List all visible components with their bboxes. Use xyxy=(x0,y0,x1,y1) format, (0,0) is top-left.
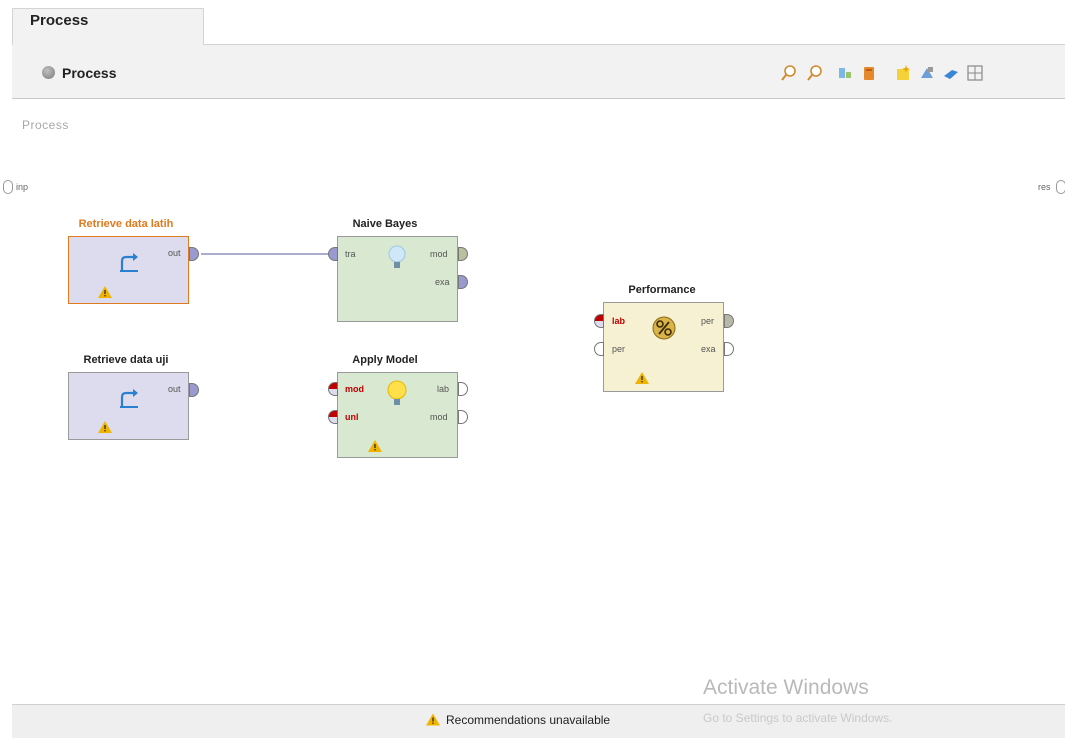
input-port-tra[interactable] xyxy=(328,247,338,261)
port-label-exa: exa xyxy=(435,277,450,287)
operator-title-apply-model: Apply Model xyxy=(352,354,418,366)
port-label-exa: exa xyxy=(701,344,716,354)
lightbulb-icon xyxy=(387,380,407,405)
auto-wire-icon[interactable] xyxy=(836,64,854,82)
output-port-per[interactable] xyxy=(724,314,734,328)
port-label-mod: mod xyxy=(430,412,448,422)
status-text: Recommendations unavailable xyxy=(446,713,611,727)
output-port-out[interactable] xyxy=(189,383,199,397)
breadcrumb-process[interactable]: Process xyxy=(62,65,116,81)
port-label-out: out xyxy=(168,248,181,258)
canvas-title: Process xyxy=(22,118,69,132)
show-order-icon[interactable] xyxy=(942,64,960,82)
lightbulb-icon xyxy=(388,245,406,268)
port-label-per: per xyxy=(701,316,715,326)
activation-watermark-subtitle: Go to Settings to activate Windows. xyxy=(703,711,893,725)
port-label-out: out xyxy=(168,384,181,394)
warning-icon xyxy=(635,372,649,384)
percent-gear-icon xyxy=(652,316,676,340)
operator-title-retrieve-uji: Retrieve data uji xyxy=(83,354,169,366)
port-label-mod: mod xyxy=(345,384,364,394)
activation-watermark-title: Activate Windows xyxy=(703,676,869,699)
warning-icon xyxy=(98,421,112,433)
retrieve-icon xyxy=(120,253,138,272)
process-icon xyxy=(42,66,55,79)
port-label-unl: unl xyxy=(345,412,359,422)
output-port-exa[interactable] xyxy=(724,342,734,356)
output-port-exa[interactable] xyxy=(458,275,468,289)
input-port-per[interactable] xyxy=(594,342,604,356)
operator-title-performance: Performance xyxy=(628,284,696,296)
port-label-tra: tra xyxy=(345,249,356,259)
port-label-lab: lab xyxy=(612,316,626,326)
output-port-lab[interactable] xyxy=(458,382,468,396)
zoom-in-icon[interactable] xyxy=(780,64,798,82)
operator-title-retrieve-latih: Retrieve data latih xyxy=(78,218,174,230)
zoom-out-icon[interactable] xyxy=(806,64,824,82)
fit-grid-icon[interactable] xyxy=(966,64,984,82)
connection-layer xyxy=(201,253,329,255)
warning-icon xyxy=(98,286,112,298)
delete-icon[interactable] xyxy=(860,64,878,82)
output-port-out[interactable] xyxy=(189,247,199,261)
operator-title-naive-bayes: Naive Bayes xyxy=(352,218,418,230)
retrieve-icon xyxy=(120,389,138,408)
input-port-mod[interactable] xyxy=(328,382,338,396)
port-label-mod: mod xyxy=(430,249,448,259)
process-input-port[interactable] xyxy=(3,180,13,194)
output-port-mod[interactable] xyxy=(458,247,468,261)
warning-icon xyxy=(426,713,440,726)
process-input-port-label: inp xyxy=(16,182,29,192)
arrange-icon[interactable] xyxy=(918,64,936,82)
port-label-per: per xyxy=(612,344,626,354)
output-port-mod[interactable] xyxy=(458,410,468,424)
input-port-lab[interactable] xyxy=(594,314,604,328)
tab-process-label: Process xyxy=(30,12,89,29)
new-note-icon[interactable] xyxy=(894,64,912,82)
input-port-unl[interactable] xyxy=(328,410,338,424)
process-result-port[interactable] xyxy=(1056,180,1065,194)
warning-icon xyxy=(368,440,382,452)
process-result-port-label: res xyxy=(1038,182,1051,192)
port-label-lab: lab xyxy=(437,384,450,394)
